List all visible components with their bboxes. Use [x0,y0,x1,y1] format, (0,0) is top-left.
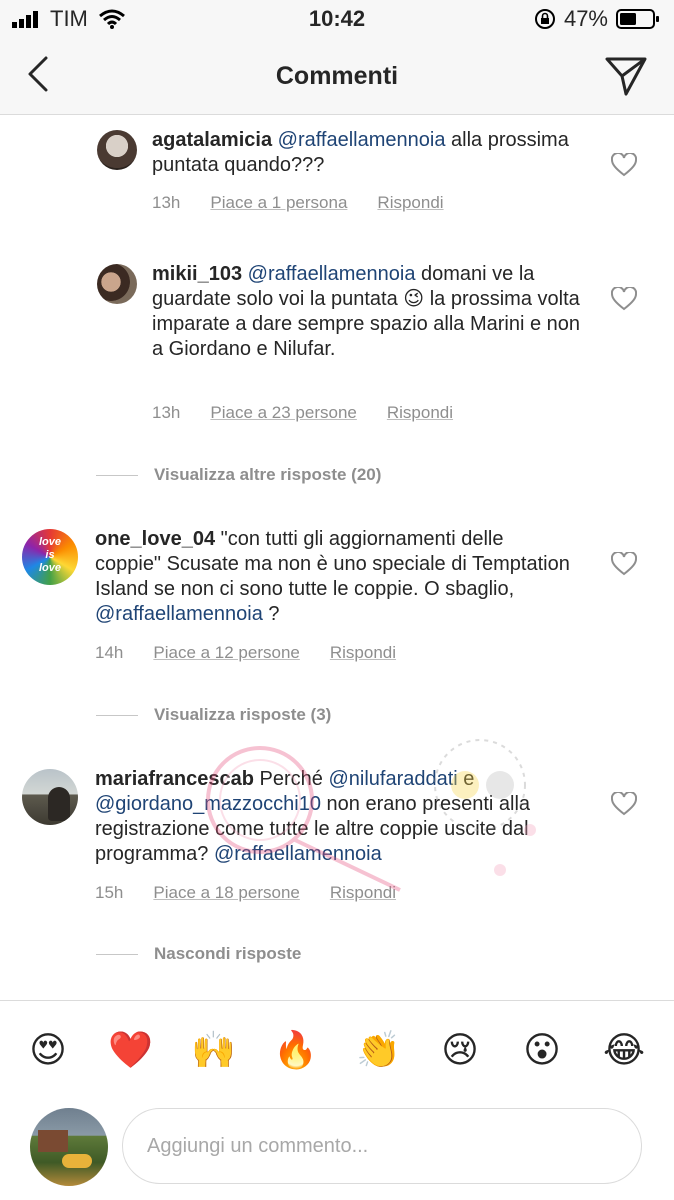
thread-line [96,953,138,955]
crying-emoji-button[interactable]: 😢 [438,1029,482,1071]
comment-text: mikii_103 @raffaellamennoia domani ve la… [152,262,582,362]
comment-reply: agatalamicia @raffaellamennoia alla pros… [0,116,674,236]
raised-hands-emoji-button[interactable]: 🙌 [191,1029,236,1071]
comment-body: Perché [253,768,329,790]
battery-icon [616,9,659,29]
likes-count[interactable]: Piace a 12 persone [153,643,300,663]
comment-text: mariafrancescab Perché @nilufaraddati e … [95,767,575,867]
current-user-avatar [30,1108,108,1186]
likes-count[interactable]: Piace a 23 persone [210,403,357,423]
comment: love is love one_love_04 "con tutti gli … [0,515,674,675]
comment-text: agatalamicia @raffaellamennoia alla pros… [152,128,582,178]
view-more-replies[interactable]: Visualizza altre risposte (20) [96,465,381,485]
comment-time: 14h [95,643,124,662]
comment-body-mid: e [457,768,475,790]
comment-meta: 13h Piace a 1 persona Rispondi [152,193,444,213]
emoji-bar: 😍 ❤️ 🙌 🔥 👏 😢 😮 😂 [0,1000,674,1105]
reply-button[interactable]: Rispondi [330,643,396,663]
comment-reply: mikii_103 @raffaellamennoia domani ve la… [0,250,674,440]
heart-icon[interactable] [611,287,637,311]
comment-text: one_love_04 "con tutti gli aggiornamenti… [95,527,575,627]
send-icon[interactable] [604,54,648,98]
mention-link[interactable]: @raffaellamennoia [95,603,263,625]
reply-button[interactable]: Rispondi [387,403,453,423]
view-more-replies-label: Visualizza altre risposte (20) [154,465,382,484]
heart-eyes-emoji-button[interactable]: 😍 [26,1029,70,1071]
reply-button[interactable]: Rispondi [330,883,396,903]
avatar-silhouette [48,787,70,821]
likes-count[interactable]: Piace a 18 persone [153,883,300,903]
comment-meta: 13h Piace a 23 persone Rispondi [152,403,453,423]
comment-body-end: ? [262,603,280,625]
battery-percent: 47% [563,6,608,31]
nav-bar: Commenti [0,38,674,115]
surprised-emoji-button[interactable]: 😮 [520,1029,564,1071]
comment: mariafrancescab Perché @nilufaraddati e … [0,755,674,915]
reply-button[interactable]: Rispondi [377,193,443,213]
likes-count[interactable]: Piace a 1 persona [210,193,347,213]
avatar-house [38,1130,68,1152]
comment-composer [0,1104,674,1200]
avatar[interactable] [97,264,137,304]
hide-replies[interactable]: Nascondi risposte [96,944,301,964]
fire-emoji-button[interactable]: 🔥 [273,1029,318,1071]
comment-time: 13h [152,193,181,212]
heart-icon[interactable] [611,792,637,816]
comment-username[interactable]: one_love_04 [95,528,215,550]
avatar[interactable] [22,769,78,825]
mention-link[interactable]: @giordano_mazzocchi10 [95,793,321,815]
comment-meta: 14h Piace a 12 persone Rispondi [95,643,396,663]
comment-username[interactable]: mikii_103 [152,263,242,285]
comment-input[interactable] [122,1108,642,1184]
avatar-flowers [62,1154,92,1168]
orientation-lock-icon [534,9,555,29]
heart-icon[interactable] [611,153,637,177]
avatar[interactable]: love is love [22,529,78,585]
mention-link[interactable]: @nilufaraddati [328,768,457,790]
comment-meta: 15h Piace a 18 persone Rispondi [95,883,396,903]
mention-link[interactable]: @raffaellamennoia [248,263,416,285]
view-replies[interactable]: Visualizza risposte (3) [96,705,331,725]
comment-username[interactable]: mariafrancescab [95,768,254,790]
view-replies-label: Visualizza risposte (3) [154,705,332,724]
comment-time: 13h [152,403,181,422]
avatar-badge: love is love [38,536,61,574]
comment-username[interactable]: agatalamicia [152,129,272,151]
comment-time: 15h [95,883,124,902]
hide-replies-label: Nascondi risposte [154,944,302,963]
clapping-emoji-button[interactable]: 👏 [356,1029,401,1071]
thread-line [96,474,138,476]
avatar[interactable] [97,130,137,170]
page-title: Commenti [275,62,399,90]
laughing-emoji-button[interactable]: 😂 [602,1029,646,1071]
heart-icon[interactable] [611,552,637,576]
red-heart-emoji-button[interactable]: ❤️ [108,1029,153,1071]
mention-link[interactable]: @raffaellamennoia [214,843,382,865]
thread-line [96,714,138,716]
status-bar: TIM 10:42 47% [0,0,674,38]
mention-link[interactable]: @raffaellamennoia [278,129,446,151]
status-right: 47% [534,6,660,32]
